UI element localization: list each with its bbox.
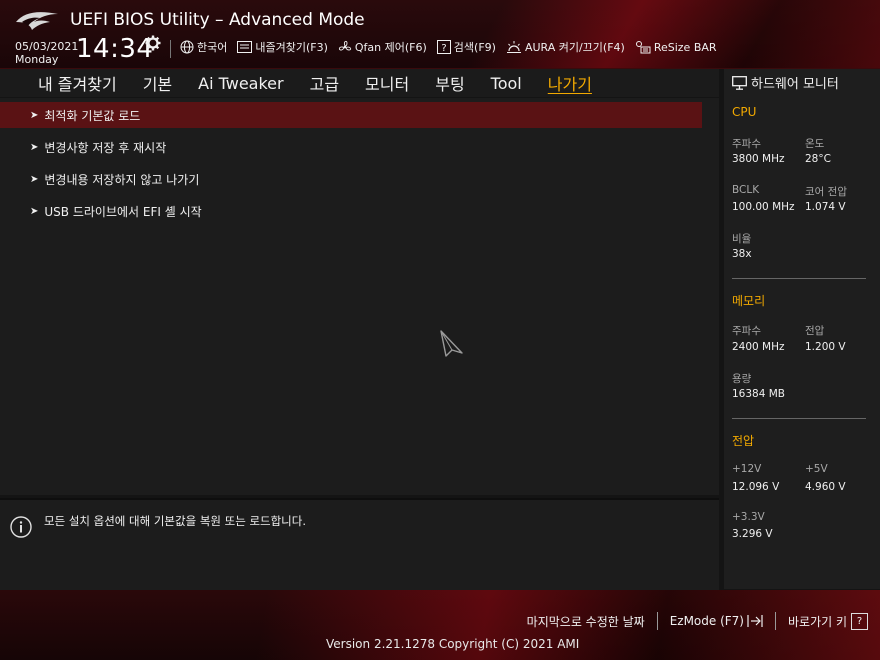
menu-item-save-and-reset[interactable]: ➤ 변경사항 저장 후 재시작 — [0, 134, 702, 160]
memory-heading: 메모리 — [732, 294, 766, 308]
mouse-cursor-icon — [440, 330, 463, 357]
menu-item-label: 최적화 기본값 로드 — [44, 108, 141, 123]
hw-monitor-title-text: 하드웨어 모니터 — [751, 77, 839, 92]
menu-item-launch-efi-shell[interactable]: ➤ USB 드라이브에서 EFI 셸 시작 — [0, 198, 702, 224]
v12-value: 12.096 V — [732, 481, 780, 493]
resize-bar-icon — [635, 41, 651, 54]
hotkeys-button[interactable]: 바로가기 키 ? — [787, 612, 868, 630]
footer-divider — [656, 612, 658, 630]
header-toolbar: 한국어 내즐겨찾기(F3) Qfan 제어(F6) ? 검색(F9) AURA … — [180, 39, 727, 55]
fan-icon — [338, 40, 352, 51]
arrow-right-icon: ➤ — [30, 141, 39, 153]
cpu-freq-value: 3800 MHz — [732, 153, 785, 165]
help-info-panel: 모든 설치 옵션에 대해 기본값을 복원 또는 로드합니다. — [0, 498, 719, 591]
v12-label: +12V — [732, 463, 762, 475]
svg-text:?: ? — [441, 43, 446, 54]
qfan-button[interactable]: Qfan 제어(F6) — [338, 39, 427, 55]
ezmode-label: EzMode (F7) — [669, 614, 744, 628]
v33-value: 3.296 V — [732, 528, 773, 540]
menu-item-discard-and-exit[interactable]: ➤ 변경내용 저장하지 않고 나가기 — [0, 166, 702, 192]
tab-ai-tweaker[interactable]: Ai Tweaker — [185, 74, 296, 93]
arrow-right-icon: ➤ — [30, 109, 39, 121]
cpu-heading: CPU — [732, 105, 757, 119]
hw-divider — [732, 418, 866, 419]
favorites-label: 내즐겨찾기(F3) — [255, 41, 328, 54]
clock-display[interactable]: 14:34 — [76, 34, 153, 64]
aura-label: AURA 켜기/끄기(F4) — [524, 41, 625, 54]
hardware-monitor-panel: 하드웨어 모니터 CPU 주파수 온도 3800 MHz 28°C BCLK 코… — [724, 69, 880, 589]
arrow-right-icon: ➤ — [30, 173, 39, 185]
favorites-button[interactable]: 내즐겨찾기(F3) — [237, 39, 328, 55]
tab-exit[interactable]: 나가기 — [535, 71, 605, 95]
info-icon — [10, 516, 32, 538]
hw-divider — [732, 278, 866, 279]
tab-boot[interactable]: 부팅 — [422, 71, 477, 95]
gear-icon[interactable] — [145, 35, 161, 51]
footer-bar: 마지막으로 수정한 날짜 EzMode (F7) 바로가기 키 ? Versio… — [0, 590, 880, 660]
core-voltage-value: 1.074 V — [805, 201, 846, 213]
menu-item-load-optimized-defaults[interactable]: ➤ 최적화 기본값 로드 — [0, 102, 702, 128]
resize-bar-button[interactable]: ReSize BAR — [635, 40, 717, 54]
resize-bar-label: ReSize BAR — [653, 40, 717, 54]
qfan-label: Qfan 제어(F6) — [354, 41, 427, 54]
bclk-label: BCLK — [732, 184, 760, 196]
aura-icon — [506, 41, 521, 53]
exit-arrow-icon — [747, 615, 763, 627]
ratio-value: 38x — [732, 248, 752, 260]
hotkeys-label: 바로가기 키 — [787, 614, 847, 629]
version-text: Version 2.21.1278 Copyright (C) 2021 AMI — [326, 637, 580, 651]
date-display: 05/03/2021 Monday — [15, 40, 78, 66]
core-voltage-label: 코어 전압 — [805, 186, 847, 198]
day-text: Monday — [15, 53, 59, 66]
main-tabs: 내 즐겨찾기 기본 Ai Tweaker 고급 모니터 부팅 Tool 나가기 — [0, 69, 719, 97]
mem-voltage-value: 1.200 V — [805, 341, 846, 353]
help-description: 모든 설치 옵션에 대해 기본값을 복원 또는 로드합니다. — [44, 514, 307, 528]
header-divider — [170, 40, 171, 58]
menu-item-label: 변경사항 저장 후 재시작 — [44, 140, 167, 155]
v33-label: +3.3V — [732, 511, 765, 523]
tab-main[interactable]: 기본 — [130, 71, 185, 95]
aura-button[interactable]: AURA 켜기/끄기(F4) — [506, 39, 625, 55]
arrow-right-icon: ➤ — [30, 205, 39, 217]
exit-menu-panel: ➤ 최적화 기본값 로드 ➤ 변경사항 저장 후 재시작 ➤ 변경내용 저장하지… — [0, 98, 719, 495]
tab-tool[interactable]: Tool — [478, 74, 535, 93]
globe-icon — [180, 40, 194, 54]
mem-voltage-label: 전압 — [805, 325, 825, 337]
ezmode-button[interactable]: EzMode (F7) — [670, 614, 763, 628]
app-title: UEFI BIOS Utility – Advanced Mode — [70, 10, 365, 30]
date-text: 05/03/2021 — [15, 40, 79, 53]
menu-item-label: 변경내용 저장하지 않고 나가기 — [44, 172, 200, 187]
mem-capacity-label: 용량 — [732, 373, 752, 385]
bclk-value: 100.00 MHz — [732, 201, 795, 213]
hotkey-help-icon: ? — [851, 612, 868, 630]
mem-freq-label: 주파수 — [732, 325, 761, 337]
footer-divider — [774, 612, 776, 630]
language-label: 한국어 — [197, 41, 228, 54]
cpu-freq-label: 주파수 — [732, 138, 761, 150]
bookmark-icon — [237, 41, 253, 53]
rog-logo-icon — [16, 12, 58, 31]
mem-freq-value: 2400 MHz — [732, 341, 785, 353]
cpu-temp-value: 28°C — [805, 153, 831, 165]
v5-value: 4.960 V — [805, 481, 846, 493]
mem-capacity-value: 16384 MB — [732, 388, 786, 400]
cpu-temp-label: 온도 — [805, 138, 825, 150]
tab-advanced[interactable]: 고급 — [297, 71, 352, 95]
tab-monitor[interactable]: 모니터 — [352, 71, 422, 95]
language-button[interactable]: 한국어 — [180, 39, 227, 55]
menu-item-label: USB 드라이브에서 EFI 셸 시작 — [44, 204, 202, 219]
hw-monitor-title: 하드웨어 모니터 — [732, 73, 839, 92]
footer-links: 마지막으로 수정한 날짜 EzMode (F7) 바로가기 키 ? — [527, 612, 868, 630]
tab-favorites[interactable]: 내 즐겨찾기 — [0, 71, 130, 95]
ratio-label: 비율 — [732, 233, 752, 245]
last-modified-button[interactable]: 마지막으로 수정한 날짜 — [527, 613, 645, 630]
help-icon: ? — [436, 40, 451, 54]
monitor-icon — [732, 75, 747, 90]
v5-label: +5V — [805, 463, 828, 475]
search-label: 검색(F9) — [453, 41, 496, 54]
search-button[interactable]: ? 검색(F9) — [436, 39, 496, 55]
voltage-heading: 전압 — [732, 434, 755, 448]
header-bar: UEFI BIOS Utility – Advanced Mode 05/03/… — [0, 0, 880, 69]
